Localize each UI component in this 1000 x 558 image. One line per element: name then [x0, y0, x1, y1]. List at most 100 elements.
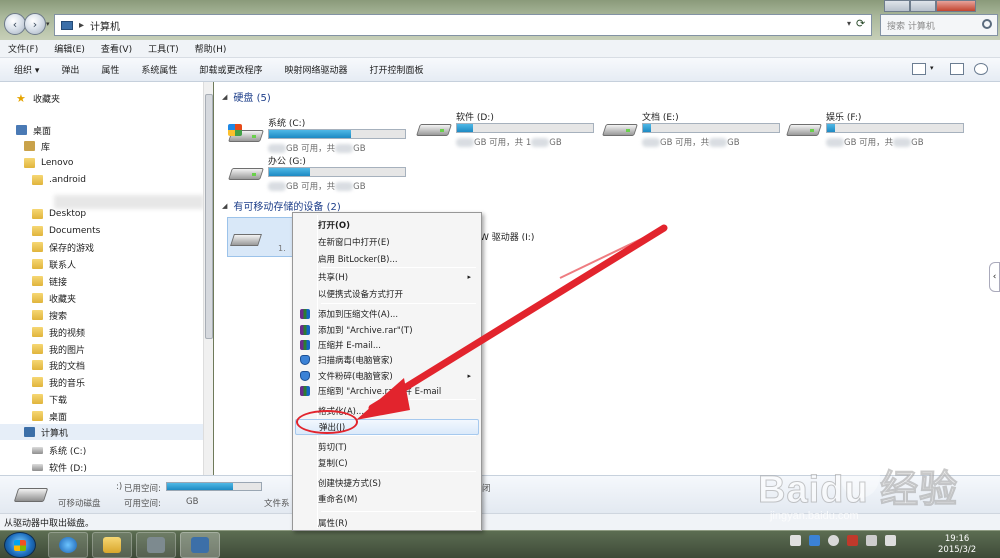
context-menu-item[interactable]: 剪切(T)	[295, 439, 479, 455]
nav-android[interactable]: .android	[32, 172, 86, 188]
menu-separator	[321, 471, 476, 472]
taskbar-explorer-button[interactable]	[92, 532, 132, 558]
nav-downloads[interactable]: 下载	[32, 391, 67, 407]
shield-icon	[300, 355, 310, 365]
group-header-hard-disks[interactable]: ◢ 硬盘 (5)	[222, 89, 271, 105]
nav-desktop[interactable]: 桌面	[16, 122, 51, 138]
nav-desktop-sub[interactable]: 桌面	[32, 408, 67, 424]
view-dropdown-icon[interactable]: ▾	[930, 64, 934, 72]
nav-libraries[interactable]: 库	[24, 138, 50, 154]
context-menu-item[interactable]: 重命名(M)	[295, 491, 479, 507]
context-menu-item[interactable]: 创建快捷方式(S)	[295, 475, 479, 491]
context-menu-item[interactable]: 添加到 "Archive.rar"(T)	[295, 322, 479, 338]
context-menu-item[interactable]: 启用 BitLocker(B)...	[295, 251, 479, 267]
context-menu-item[interactable]: 打开(O)	[295, 217, 479, 233]
context-menu-item[interactable]: 压缩并 E-mail...	[295, 337, 479, 353]
nav-my-documents[interactable]: 我的文档	[32, 357, 85, 373]
shield-icon	[300, 371, 310, 381]
group-header-removable[interactable]: ◢ 有可移动存储的设备 (2)	[222, 198, 341, 214]
context-menu-item[interactable]: 扫描病毒(电脑管家)	[295, 352, 479, 368]
shield-icon[interactable]	[809, 535, 820, 546]
details-free-label: 可用空间:	[124, 499, 161, 509]
network-icon[interactable]	[866, 535, 877, 546]
menu-edit[interactable]: 编辑(E)	[54, 42, 85, 55]
scrollbar-thumb[interactable]	[205, 94, 213, 339]
help-icon[interactable]	[974, 63, 988, 75]
open-control-panel-button[interactable]: 打开控制面板	[369, 63, 423, 76]
drive-usage-bar	[456, 123, 594, 133]
clock[interactable]: 19:16 2015/3/2	[938, 534, 976, 556]
nav-my-pictures[interactable]: 我的图片	[32, 341, 85, 357]
tray-app-icon[interactable]	[790, 535, 801, 546]
redacted-value	[335, 144, 354, 153]
nav-contacts[interactable]: 联系人	[32, 256, 76, 272]
context-menu-item[interactable]: 共享(H) ▸	[295, 269, 479, 285]
view-options-icon[interactable]	[912, 63, 926, 75]
properties-button[interactable]: 属性	[101, 63, 119, 76]
breadcrumb-computer[interactable]: 计算机	[90, 18, 120, 33]
context-menu-item[interactable]: 压缩到 "Archive.rar" 并 E-mail	[295, 383, 479, 399]
uninstall-program-button[interactable]: 卸载或更改程序	[199, 63, 262, 76]
close-button[interactable]	[936, 0, 976, 12]
context-menu-item[interactable]: 复制(C)	[295, 455, 479, 471]
nav-label: 桌面	[49, 412, 68, 423]
taskbar-app-button[interactable]	[136, 532, 176, 558]
taskbar-computer-button[interactable]	[180, 532, 220, 558]
nav-desktop-folder[interactable]: Desktop	[32, 206, 86, 222]
minimize-button[interactable]	[884, 0, 910, 12]
address-dropdown-icon[interactable]: ▾	[847, 19, 851, 28]
context-menu-item[interactable]: 文件粉碎(电脑管家) ▸	[295, 368, 479, 384]
menu-help[interactable]: 帮助(H)	[195, 42, 227, 55]
search-input[interactable]: 搜索 计算机	[880, 14, 998, 36]
nav-my-videos[interactable]: 我的视频	[32, 324, 85, 340]
nav-documents[interactable]: Documents	[32, 223, 100, 239]
drive-item[interactable]: 办公 (G:) GB 可用，共 GB	[228, 154, 408, 198]
nav-label: Desktop	[49, 209, 87, 219]
nav-searches[interactable]: 搜索	[32, 307, 67, 323]
recent-pages-dropdown-icon[interactable]: ▾	[46, 20, 50, 28]
back-button[interactable]: ‹	[4, 13, 26, 35]
nav-favorites[interactable]: ★ 收藏夹	[16, 90, 60, 106]
nav-saved-games[interactable]: 保存的游戏	[32, 239, 94, 255]
nav-favorites-folder[interactable]: 收藏夹	[32, 290, 76, 306]
organize-button[interactable]: 组织 ▾	[14, 63, 39, 76]
context-menu-item[interactable]: 属性(R)	[295, 515, 479, 531]
drive-item[interactable]: 娱乐 (F:) GB 可用，共 GB	[786, 110, 966, 154]
drive-item[interactable]: 文档 (E:) GB 可用，共 GB	[602, 110, 782, 154]
context-menu-item[interactable]: 在新窗口中打开(E)	[295, 234, 479, 250]
maximize-button[interactable]	[910, 0, 936, 12]
nav-my-music[interactable]: 我的音乐	[32, 374, 85, 390]
folder-icon	[32, 360, 43, 370]
menu-bar: 文件(F) 编辑(E) 查看(V) 工具(T) 帮助(H)	[0, 40, 1000, 58]
volume-icon[interactable]	[885, 535, 896, 546]
context-menu-item[interactable]: 以便携式设备方式打开	[295, 286, 479, 302]
eject-button[interactable]: 弹出	[61, 63, 79, 76]
start-button[interactable]	[4, 532, 36, 558]
nav-drive-c[interactable]: 系统 (C:)	[32, 442, 86, 458]
dvd-drive-label[interactable]: W 驱动器 (I:)	[480, 230, 534, 243]
nav-drive-d[interactable]: 软件 (D:)	[32, 459, 87, 475]
system-properties-button[interactable]: 系统属性	[141, 63, 177, 76]
forward-button[interactable]: ›	[24, 13, 46, 35]
nav-computer[interactable]: 计算机	[0, 424, 212, 440]
menu-tools[interactable]: 工具(T)	[148, 42, 179, 55]
nav-lenovo[interactable]: Lenovo	[24, 155, 73, 171]
collapse-triangle-icon: ◢	[222, 92, 228, 101]
nav-scrollbar[interactable]	[203, 82, 213, 475]
drive-item[interactable]: 软件 (D:) GB 可用，共 1 GB	[416, 110, 596, 154]
address-bar[interactable]: ▸ 计算机 ▾	[54, 14, 872, 36]
menu-view[interactable]: 查看(V)	[101, 42, 132, 55]
scroll-handle-chevron-icon[interactable]: ‹	[989, 262, 1000, 292]
flag-icon[interactable]	[847, 535, 858, 546]
refresh-icon[interactable]: ⟳	[856, 17, 865, 30]
folder-icon	[32, 411, 43, 421]
map-network-drive-button[interactable]: 映射网络驱动器	[284, 63, 347, 76]
preview-pane-icon[interactable]	[950, 63, 964, 75]
tray-app-icon[interactable]	[828, 535, 839, 546]
context-menu-item[interactable]: 添加到压缩文件(A)...	[295, 306, 479, 322]
nav-links[interactable]: 链接	[32, 273, 67, 289]
removable-disk-item[interactable]: 1.	[227, 217, 293, 257]
taskbar-ie-button[interactable]	[48, 532, 88, 558]
menu-file[interactable]: 文件(F)	[8, 42, 38, 55]
usage-fill	[269, 130, 351, 138]
